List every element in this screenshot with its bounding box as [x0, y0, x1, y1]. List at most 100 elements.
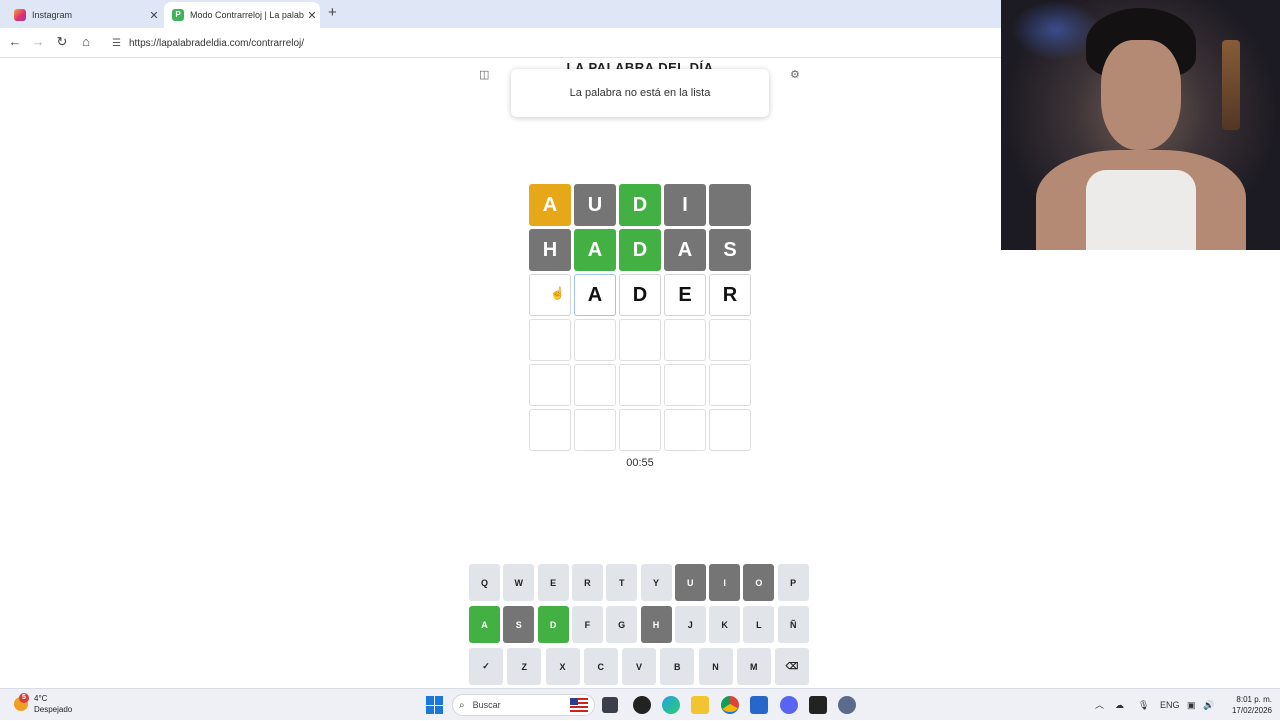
board-tile — [529, 364, 571, 406]
edge-icon[interactable] — [662, 696, 680, 714]
settings-sliders-icon[interactable]: ⚙ — [790, 68, 800, 81]
weather-widget[interactable]: 5 4°C Despejado — [14, 693, 72, 715]
key-f[interactable]: F — [571, 606, 603, 643]
board-tile: I — [664, 184, 706, 226]
board-tile — [574, 319, 616, 361]
board-tile — [574, 364, 616, 406]
address-bar[interactable]: ☰ https://lapalabradeldia.com/contrarrel… — [104, 32, 1004, 54]
key-h[interactable]: H — [640, 606, 672, 643]
key-m[interactable]: M — [736, 648, 771, 685]
key-n-tilde[interactable]: Ñ — [777, 606, 809, 643]
key-z[interactable]: Z — [507, 648, 542, 685]
countdown-timer: 00:55 — [626, 457, 654, 469]
board-tile: H — [529, 229, 571, 271]
key-g[interactable]: G — [606, 606, 638, 643]
tab-title: Modo Contrarreloj | La palabra — [190, 10, 304, 20]
key-j[interactable]: J — [674, 606, 706, 643]
tab-contrarreloj[interactable]: P Modo Contrarreloj | La palabra ✕ — [164, 2, 320, 28]
forward-arrow-icon[interactable]: → — [29, 34, 47, 49]
key-l[interactable]: L — [743, 606, 775, 643]
key-r[interactable]: R — [571, 564, 603, 601]
key-d[interactable]: D — [537, 606, 569, 643]
discord-icon[interactable] — [780, 696, 798, 714]
reload-icon[interactable]: ↻ — [53, 34, 71, 50]
close-tab-icon[interactable]: ✕ — [146, 9, 162, 22]
board-tile — [664, 409, 706, 451]
tab-instagram[interactable]: Instagram ✕ — [6, 2, 162, 28]
taskbar-clock[interactable]: 8:01 p. m. 17/02/2026 — [1218, 694, 1272, 716]
board-tile — [664, 364, 706, 406]
key-c[interactable]: C — [583, 648, 618, 685]
webcam-overlay — [1001, 0, 1280, 250]
key-w[interactable]: W — [503, 564, 535, 601]
new-tab-icon[interactable]: + — [328, 4, 337, 21]
key-e[interactable]: E — [537, 564, 569, 601]
board-tile: A — [574, 274, 616, 316]
board-tile: R — [709, 274, 751, 316]
weather-temp: 4°C — [34, 694, 48, 703]
app-icon[interactable] — [633, 696, 651, 714]
key-q[interactable]: Q — [469, 564, 500, 601]
cloud-icon[interactable]: ☁ — [1115, 689, 1124, 721]
key-o[interactable]: O — [743, 564, 775, 601]
tray-chevron-icon[interactable]: ︿ — [1095, 689, 1104, 721]
board-tile — [529, 319, 571, 361]
clock-date: 17/02/2026 — [1231, 706, 1272, 715]
epic-games-icon[interactable] — [809, 696, 827, 714]
board-tile — [574, 409, 616, 451]
board-tile: D — [619, 184, 661, 226]
board-tile: A — [664, 229, 706, 271]
site-favicon-icon: P — [172, 9, 184, 21]
enter-key-check-icon[interactable]: ✓ — [469, 648, 503, 685]
key-s[interactable]: S — [503, 606, 535, 643]
toast-message: La palabra no está en la lista — [511, 69, 769, 117]
back-arrow-icon[interactable]: ← — [6, 34, 24, 49]
key-x[interactable]: X — [545, 648, 580, 685]
backspace-key-icon[interactable]: ⌫ — [775, 648, 809, 685]
task-view-icon[interactable] — [602, 697, 618, 713]
key-a[interactable]: A — [469, 606, 500, 643]
key-k[interactable]: K — [709, 606, 741, 643]
store-icon[interactable] — [750, 696, 768, 714]
board-tile — [664, 319, 706, 361]
key-i[interactable]: I — [709, 564, 741, 601]
weather-badge: 5 — [19, 693, 29, 703]
site-info-icon[interactable]: ☰ — [112, 38, 121, 49]
key-n[interactable]: N — [698, 648, 733, 685]
board-tile — [709, 184, 751, 226]
search-icon: ⌕ — [459, 699, 465, 711]
board-tile — [619, 319, 661, 361]
taskbar-search[interactable]: ⌕ Buscar — [452, 694, 595, 716]
board-tile: S — [709, 229, 751, 271]
board-tile: A — [574, 229, 616, 271]
board-tile — [709, 319, 751, 361]
chrome-icon[interactable] — [721, 696, 739, 714]
board-tile — [709, 364, 751, 406]
microphone-icon[interactable]: 🎙 — [1138, 689, 1149, 721]
sidebar-toggle-icon[interactable]: ◫ — [479, 68, 489, 81]
key-p[interactable]: P — [777, 564, 809, 601]
key-b[interactable]: B — [660, 648, 695, 685]
key-y[interactable]: Y — [640, 564, 672, 601]
board-tile: D — [619, 274, 661, 316]
key-u[interactable]: U — [674, 564, 706, 601]
language-indicator[interactable]: ENG — [1160, 689, 1180, 721]
board-tile — [709, 409, 751, 451]
board-tile: D — [619, 229, 661, 271]
board-tile: U — [574, 184, 616, 226]
home-icon[interactable]: ⌂ — [77, 34, 95, 49]
tab-title: Instagram — [32, 10, 73, 20]
windows-start-icon[interactable] — [426, 696, 444, 714]
settings-gear-icon[interactable] — [838, 696, 856, 714]
volume-icon[interactable]: 🔊 — [1203, 689, 1214, 721]
board-tile — [619, 364, 661, 406]
file-explorer-icon[interactable] — [691, 696, 709, 714]
board-tile — [529, 409, 571, 451]
network-icon[interactable]: ▣ — [1187, 689, 1196, 721]
weather-sun-icon: 5 — [14, 693, 29, 711]
board-tile — [619, 409, 661, 451]
weather-desc: Despejado — [34, 705, 73, 714]
close-tab-icon[interactable]: ✕ — [304, 9, 320, 22]
key-t[interactable]: T — [606, 564, 638, 601]
key-v[interactable]: V — [622, 648, 656, 685]
